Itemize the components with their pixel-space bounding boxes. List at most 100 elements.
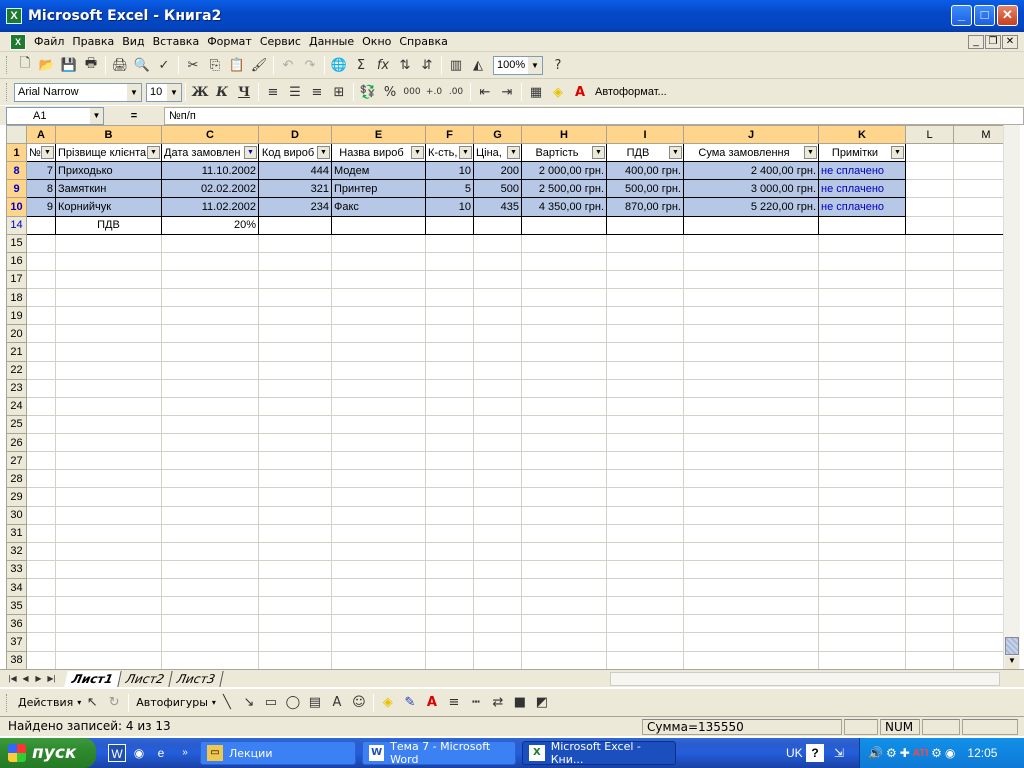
cell[interactable] <box>473 614 522 634</box>
cell[interactable]: 3 000,00 грн. <box>683 179 819 199</box>
borders-icon[interactable]: ▦ <box>525 81 547 103</box>
cell[interactable] <box>26 306 56 326</box>
cell[interactable] <box>425 396 474 416</box>
rotate-icon[interactable]: ↻ <box>103 692 125 714</box>
cell[interactable] <box>606 432 684 453</box>
cell[interactable] <box>521 469 607 489</box>
cell[interactable] <box>55 559 162 580</box>
language-indicator[interactable]: UK <box>786 746 803 760</box>
cell[interactable] <box>425 451 474 471</box>
cell[interactable] <box>683 396 819 416</box>
cell[interactable] <box>905 523 954 543</box>
thousands-icon[interactable]: 000 <box>401 81 423 103</box>
cell[interactable] <box>905 414 954 435</box>
cell[interactable] <box>161 414 259 435</box>
cell[interactable]: 200 <box>473 161 522 181</box>
cell[interactable] <box>55 432 162 453</box>
cell[interactable] <box>683 577 819 598</box>
clipart-icon[interactable]: ☺ <box>348 692 370 714</box>
cell[interactable] <box>521 451 607 471</box>
cell[interactable] <box>258 396 332 416</box>
hyperlink-icon[interactable]: 🌐 <box>328 54 350 76</box>
cell[interactable] <box>683 378 819 398</box>
first-sheet-icon[interactable]: |◀ <box>6 672 19 686</box>
italic-button[interactable]: К <box>211 81 233 103</box>
cell[interactable] <box>55 324 162 344</box>
column-header[interactable]: G <box>473 125 522 144</box>
cell[interactable]: Приходько <box>55 161 162 181</box>
3d-icon[interactable]: ◩ <box>531 692 553 714</box>
cell[interactable] <box>258 360 332 380</box>
cell[interactable]: 500 <box>473 179 522 199</box>
horizontal-scrollbar[interactable] <box>610 672 1000 686</box>
formula-input[interactable]: №п/п <box>164 106 1024 125</box>
menu-window[interactable]: Окно <box>358 35 395 48</box>
select-all-corner[interactable] <box>6 125 27 144</box>
cell[interactable] <box>55 596 162 616</box>
cell[interactable] <box>606 269 684 290</box>
cell[interactable] <box>521 505 607 525</box>
actions-menu[interactable]: Действия <box>14 696 77 709</box>
cell[interactable] <box>818 233 906 253</box>
next-sheet-icon[interactable]: ▶ <box>32 672 45 686</box>
cell[interactable] <box>161 451 259 471</box>
cell[interactable] <box>55 287 162 308</box>
menu-help[interactable]: Справка <box>395 35 451 48</box>
cell[interactable] <box>55 541 162 561</box>
line-style-icon[interactable]: ≡ <box>443 692 465 714</box>
cell[interactable] <box>26 596 56 616</box>
cell[interactable] <box>425 577 474 598</box>
cell[interactable]: не сплачено <box>818 179 906 199</box>
cell[interactable] <box>161 251 259 271</box>
cell[interactable] <box>683 632 819 652</box>
cell[interactable] <box>683 306 819 326</box>
column-header[interactable]: A <box>26 125 56 144</box>
row-header[interactable]: 27 <box>6 451 27 471</box>
cell[interactable] <box>331 505 426 525</box>
cell[interactable] <box>606 632 684 652</box>
column-header[interactable]: J <box>683 125 819 144</box>
open-icon[interactable]: 📂 <box>36 54 58 76</box>
cell[interactable] <box>818 523 906 543</box>
cell[interactable] <box>683 215 819 235</box>
cell[interactable] <box>258 577 332 598</box>
autoformat-button[interactable]: Автоформат... <box>595 86 667 98</box>
cell[interactable] <box>55 414 162 435</box>
cell[interactable]: 7 <box>26 161 56 181</box>
filter-dropdown-icon[interactable]: ▼ <box>804 146 817 159</box>
cell[interactable]: 321 <box>258 179 332 199</box>
cell[interactable] <box>473 342 522 362</box>
cell[interactable] <box>331 360 426 380</box>
formula-equals-icon[interactable]: = <box>104 110 164 122</box>
task-word[interactable]: W Тема 7 - Microsoft Word <box>362 740 516 766</box>
cell[interactable] <box>161 324 259 344</box>
toolbar-grip[interactable] <box>6 83 9 101</box>
last-sheet-icon[interactable]: ▶| <box>45 672 58 686</box>
sort-descending-icon[interactable]: ⇵ <box>416 54 438 76</box>
cell[interactable] <box>425 306 474 326</box>
cell[interactable] <box>606 360 684 380</box>
cell[interactable] <box>683 414 819 435</box>
cell[interactable] <box>331 541 426 561</box>
cell[interactable] <box>331 559 426 580</box>
spelling-icon[interactable]: ✓ <box>153 54 175 76</box>
cell[interactable] <box>331 487 426 507</box>
menu-data[interactable]: Данные <box>305 35 358 48</box>
cell[interactable] <box>683 505 819 525</box>
cell[interactable] <box>55 577 162 598</box>
row-header[interactable]: 15 <box>6 233 27 253</box>
cell[interactable] <box>161 541 259 561</box>
cell[interactable] <box>425 614 474 634</box>
autoshapes-menu[interactable]: Автофигуры <box>132 696 212 709</box>
cell[interactable] <box>606 559 684 580</box>
wordart-icon[interactable]: A <box>326 692 348 714</box>
cell[interactable] <box>521 432 607 453</box>
cell[interactable] <box>818 577 906 598</box>
cell[interactable] <box>905 179 954 199</box>
cell[interactable] <box>606 287 684 308</box>
cell[interactable] <box>905 142 954 163</box>
cell[interactable] <box>521 306 607 326</box>
cell[interactable] <box>425 432 474 453</box>
cell[interactable] <box>331 650 426 670</box>
autofilter-header-vat[interactable]: ПДВ ▼ <box>606 142 684 163</box>
